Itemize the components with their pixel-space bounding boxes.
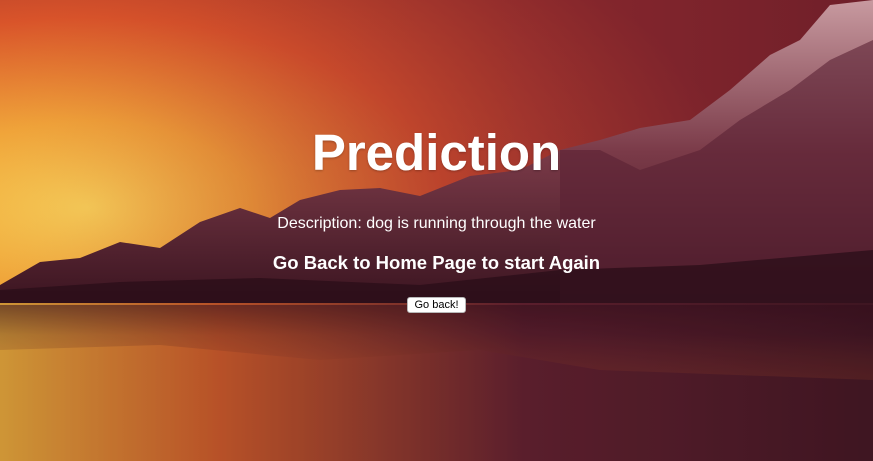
button-row: Go back! bbox=[0, 295, 873, 313]
description-text: Description: dog is running through the … bbox=[0, 214, 873, 234]
description-label: Description: bbox=[277, 215, 362, 232]
page-title: Prediction bbox=[311, 124, 562, 181]
prediction-panel: Prediction Description: dog is running t… bbox=[0, 0, 873, 461]
go-back-button[interactable]: Go back! bbox=[407, 297, 466, 313]
description-value: dog is running through the water bbox=[366, 215, 596, 232]
restart-instruction: Go Back to Home Page to start Again bbox=[272, 252, 601, 273]
